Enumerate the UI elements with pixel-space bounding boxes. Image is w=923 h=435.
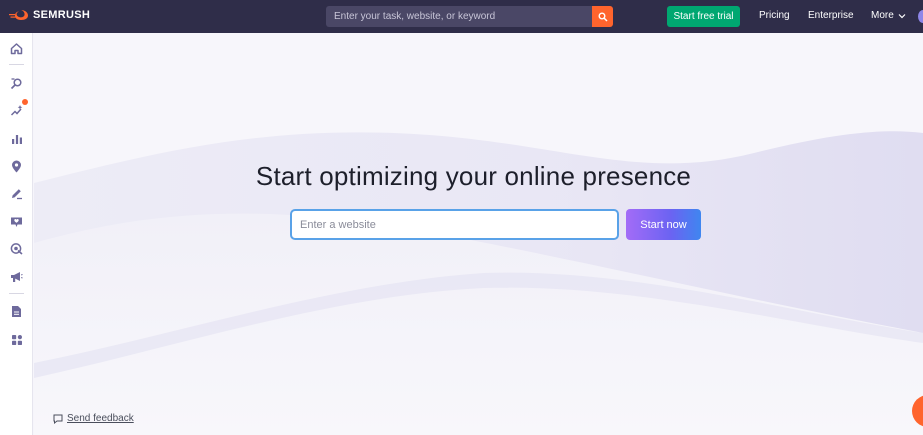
website-form: Start now — [290, 209, 701, 240]
sidebar-item-reputation[interactable] — [9, 214, 24, 229]
content-edit-icon — [12, 189, 22, 200]
sidebar-divider — [9, 64, 24, 65]
reports-icon — [12, 306, 21, 317]
analytics-icon — [11, 134, 22, 144]
social-megaphone-icon — [11, 271, 23, 282]
nav-more-menu[interactable]: More — [871, 10, 906, 21]
global-search-input[interactable] — [326, 6, 592, 27]
logo-text: SEMRUSH — [33, 9, 91, 21]
sidebar-divider — [9, 293, 24, 294]
apps-grid-icon — [11, 334, 22, 345]
main-content: Start optimizing your online presence St… — [34, 33, 923, 435]
feedback-label: Send feedback — [67, 413, 134, 424]
send-feedback-link[interactable]: Send feedback — [53, 413, 134, 424]
page-title: Start optimizing your online presence — [255, 161, 692, 191]
sidebar-item-content[interactable] — [9, 186, 24, 201]
sidebar-item-ai[interactable] — [9, 103, 24, 118]
semrush-logo[interactable]: SEMRUSH — [9, 9, 90, 21]
semrush-fireball-icon — [9, 10, 28, 20]
local-pin-icon — [12, 160, 21, 173]
sidebar-item-advertising[interactable] — [9, 241, 24, 256]
sidebar — [0, 33, 33, 435]
sidebar-item-traffic[interactable] — [9, 131, 24, 146]
nav-enterprise-link[interactable]: Enterprise — [808, 10, 854, 21]
keyword-research-icon — [10, 78, 22, 90]
sidebar-item-apps[interactable] — [9, 332, 24, 347]
notification-dot — [22, 99, 28, 105]
start-free-trial-button[interactable]: Start free trial — [667, 6, 740, 27]
sidebar-item-reports[interactable] — [9, 304, 24, 319]
chevron-down-icon — [898, 13, 906, 18]
nav-more-label: More — [871, 10, 894, 21]
sidebar-item-social[interactable] — [9, 269, 24, 284]
start-now-button[interactable]: Start now — [626, 209, 701, 240]
avatar[interactable] — [918, 10, 923, 23]
search-icon — [598, 12, 608, 22]
ads-target-icon — [10, 243, 23, 255]
nav-pricing-link[interactable]: Pricing — [759, 10, 790, 21]
search-button[interactable] — [592, 6, 613, 27]
sidebar-item-seo[interactable] — [9, 76, 24, 91]
reputation-icon — [11, 217, 22, 227]
sidebar-item-home[interactable] — [9, 41, 24, 56]
global-search — [326, 6, 613, 27]
top-navigation-bar: SEMRUSH Start free trial Pricing Enterpr… — [0, 0, 923, 33]
home-icon — [10, 43, 23, 55]
ai-sparkle-icon — [10, 105, 22, 116]
website-input[interactable] — [290, 209, 619, 240]
sidebar-item-local[interactable] — [9, 159, 24, 174]
feedback-icon — [53, 414, 63, 424]
